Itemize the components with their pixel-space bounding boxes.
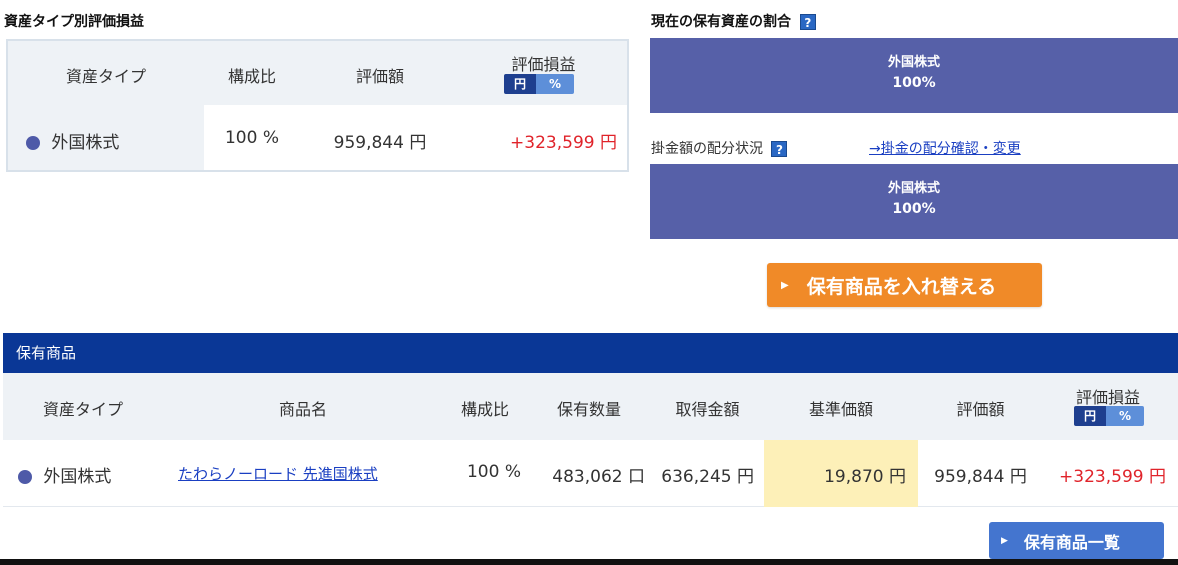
holdings-list-button[interactable]: ▶ 保有商品一覧 bbox=[989, 522, 1164, 559]
header-ratio: 構成比 bbox=[227, 67, 276, 86]
toggle-percent[interactable]: % bbox=[536, 74, 574, 94]
help-icon[interactable]: ? bbox=[771, 141, 788, 157]
holding-base-price: 19,870 円 bbox=[824, 467, 906, 487]
unit-toggle[interactable]: 円 % bbox=[1074, 406, 1144, 426]
asset-row-ratio: 100 % bbox=[224, 128, 279, 148]
holdings-header-bar: 保有商品 bbox=[3, 333, 1178, 373]
product-name-link[interactable]: たわらノーロード 先進国株式 bbox=[178, 463, 378, 484]
asset-row-type: 外国株式 bbox=[26, 128, 119, 153]
header-cost: 取得金額 bbox=[675, 400, 740, 419]
holding-type: 外国株式 bbox=[18, 462, 111, 487]
header-gain: 評価損益 bbox=[511, 55, 576, 74]
toggle-yen[interactable]: 円 bbox=[504, 74, 536, 94]
header-asset-type: 資産タイプ bbox=[42, 400, 123, 419]
series-dot-icon bbox=[18, 470, 32, 484]
arrow-right-icon: ▶ bbox=[1001, 535, 1008, 546]
contribution-allocation-bar: 外国株式 100% bbox=[650, 164, 1178, 239]
header-valuation: 評価額 bbox=[956, 400, 1005, 419]
holding-cost: 636,245 円 bbox=[661, 467, 754, 487]
header-quantity: 保有数量 bbox=[556, 400, 621, 419]
asset-row-valuation: 959,844 円 bbox=[333, 133, 427, 153]
toggle-percent[interactable]: % bbox=[1106, 406, 1144, 426]
holding-quantity: 483,062 口 bbox=[552, 467, 645, 487]
holding-ratio: 100 % bbox=[466, 462, 521, 482]
swap-holdings-button[interactable]: ▶ 保有商品を入れ替える bbox=[767, 263, 1042, 307]
header-asset-type: 資産タイプ bbox=[65, 67, 146, 86]
header-product-name: 商品名 bbox=[278, 400, 327, 419]
arrow-right-icon: ▶ bbox=[781, 279, 789, 291]
toggle-yen[interactable]: 円 bbox=[1074, 406, 1106, 426]
current-allocation-bar: 外国株式 100% bbox=[650, 38, 1178, 113]
header-base-price: 基準価額 bbox=[808, 400, 873, 419]
holding-gain: +323,599 円 bbox=[1059, 467, 1166, 487]
header-gain: 評価損益 bbox=[1075, 388, 1140, 407]
contribution-label: 掛金額の配分状況 ? bbox=[651, 138, 788, 158]
unit-toggle[interactable]: 円 % bbox=[504, 74, 574, 94]
help-icon[interactable]: ? bbox=[799, 14, 816, 30]
contribution-change-link[interactable]: →掛金の配分確認・変更 bbox=[869, 138, 1021, 158]
header-valuation: 評価額 bbox=[355, 67, 404, 86]
asset-section-title: 資産タイプ別評価損益 bbox=[4, 14, 144, 30]
header-ratio: 構成比 bbox=[460, 400, 509, 419]
bottom-divider bbox=[0, 559, 1178, 565]
series-dot-icon bbox=[26, 136, 40, 150]
allocation-title: 現在の保有資産の割合 ? bbox=[651, 11, 816, 31]
asset-type-table: 資産タイプ 構成比 評価額 評価損益 円 % 外国株式 100 % 959,84… bbox=[6, 39, 629, 172]
asset-row-gain: +323,599 円 bbox=[510, 133, 617, 153]
holding-valuation: 959,844 円 bbox=[934, 467, 1027, 487]
